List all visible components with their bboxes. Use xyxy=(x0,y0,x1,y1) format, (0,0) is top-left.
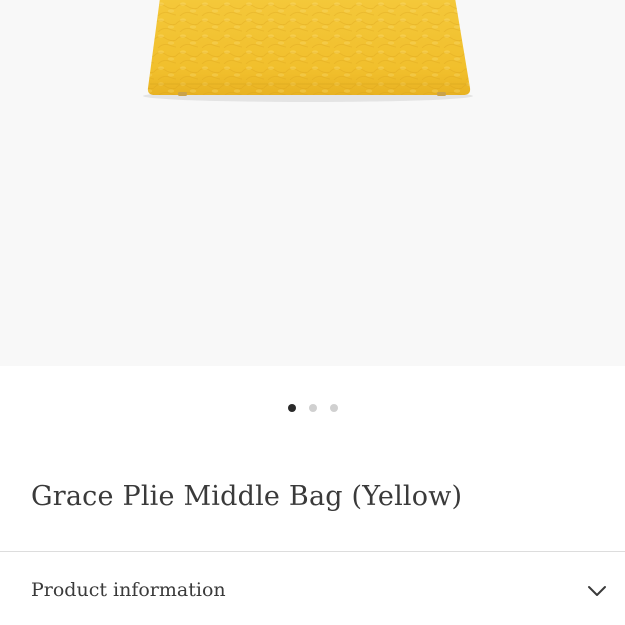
product-title: Grace Plie Middle Bag (Yellow) xyxy=(31,481,463,512)
chevron-down-icon xyxy=(588,586,606,596)
carousel-pagination xyxy=(0,404,625,414)
pagination-dot-2[interactable] xyxy=(308,404,317,412)
product-image-carousel[interactable] xyxy=(0,0,625,366)
pagination-dot-3[interactable] xyxy=(329,404,338,412)
pagination-dot-1[interactable] xyxy=(287,404,296,412)
accordion-label: Product information xyxy=(31,579,226,601)
product-page: Grace Plie Middle Bag (Yellow) Product i… xyxy=(0,0,625,625)
product-information-accordion[interactable]: Product information xyxy=(0,552,625,625)
product-image xyxy=(143,0,473,102)
